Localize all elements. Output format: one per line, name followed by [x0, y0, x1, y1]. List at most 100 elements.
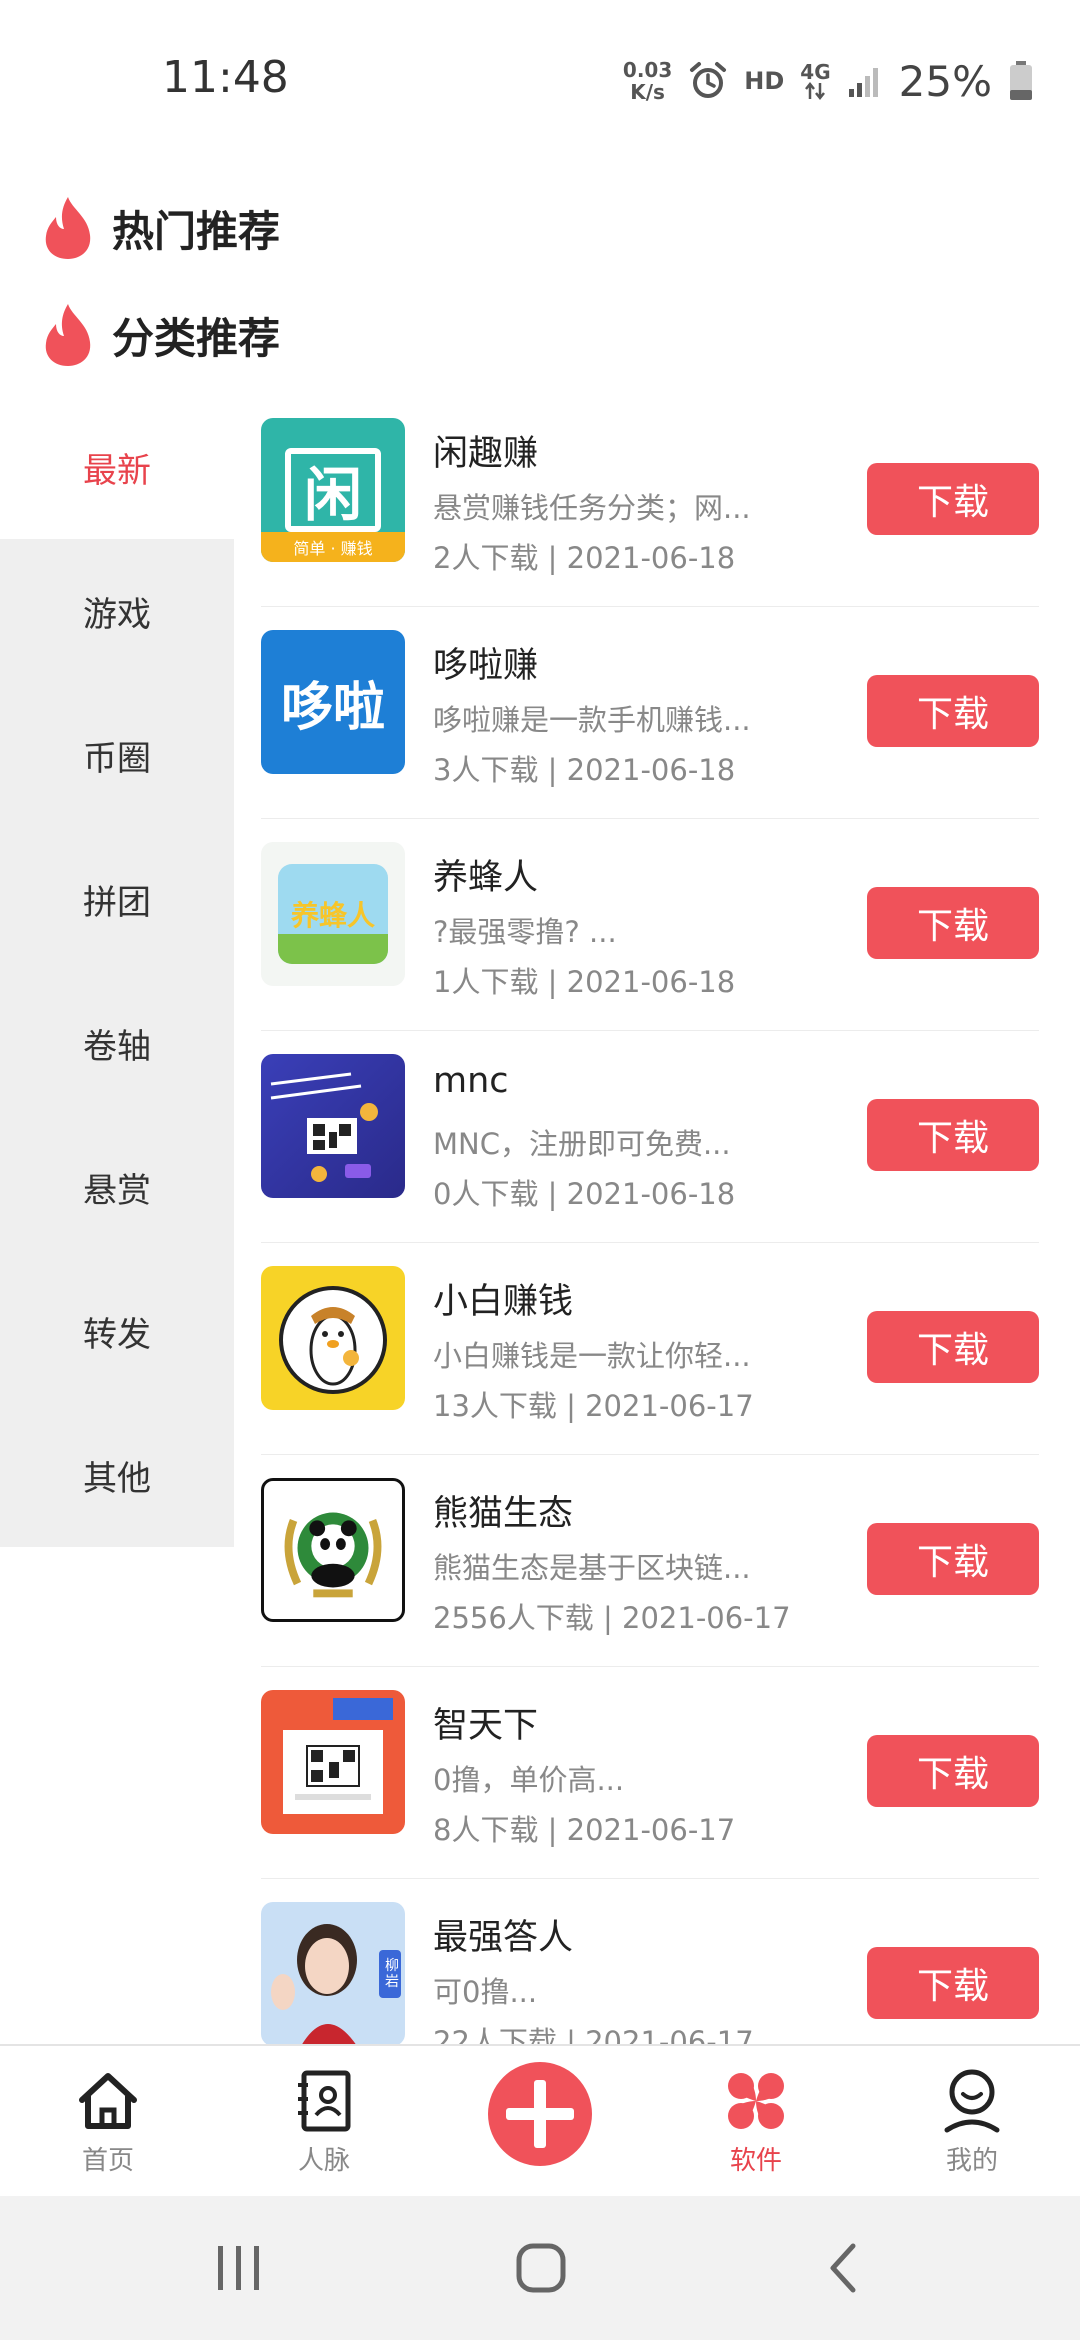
zuiqiang-icon-label: 柳岩	[385, 1958, 399, 1990]
xiaobai-icon-art	[279, 1286, 387, 1394]
sidebar-item-other[interactable]: 其他	[0, 1403, 234, 1547]
app-row[interactable]: 智天下 0撸，单价高... 8人下载 | 2021-06-17 下载	[261, 1667, 1039, 1879]
signal-icon	[848, 68, 878, 97]
category-recommend-title: 分类推荐	[112, 313, 281, 363]
alarm-icon	[690, 62, 727, 98]
plus-icon	[488, 2062, 592, 2166]
nav-home[interactable]: 首页	[28, 2046, 188, 2198]
home-system-icon	[516, 2243, 566, 2293]
nav-software[interactable]: 软件	[676, 2046, 836, 2198]
system-nav-bar	[0, 2196, 1080, 2340]
app-meta: 2人下载 | 2021-06-18	[433, 541, 736, 575]
xianqu-icon-subtitle: 简单 · 赚钱	[261, 532, 405, 562]
app-row[interactable]: 闲 简单 · 赚钱 闲趣赚 悬赏赚钱任务分类；网... 2人下载 | 2021-…	[261, 395, 1039, 607]
app-name: 熊猫生态	[433, 1494, 574, 1534]
flame-icon	[45, 197, 91, 259]
mnc-icon-art	[270, 1072, 378, 1182]
back-button[interactable]	[808, 2236, 878, 2300]
app-desc: ?最强零撸? ...	[433, 915, 617, 949]
nav-contacts-label: 人脉	[297, 2146, 350, 2176]
sidebar-item-latest[interactable]: 最新	[0, 395, 234, 539]
category-sidebar: 最新 游戏 币圈 拼团 卷轴 悬赏 转发 其他	[0, 395, 234, 1547]
duola-icon-text: 哆啦	[280, 677, 385, 738]
battery-icon	[1010, 61, 1032, 100]
app-desc: MNC，注册即可免费...	[433, 1127, 731, 1161]
app-meta: 13人下载 | 2021-06-17	[433, 1389, 754, 1423]
sidebar-item-games[interactable]: 游戏	[0, 539, 234, 683]
contacts-icon	[298, 2070, 351, 2132]
net-speed-unit: K/s	[630, 80, 665, 104]
download-button[interactable]: 下载	[867, 887, 1039, 959]
sidebar-item-crypto[interactable]: 币圈	[0, 683, 234, 827]
yangfengren-icon: 养蜂人	[261, 842, 405, 986]
download-button[interactable]: 下载	[867, 1735, 1039, 1807]
recent-apps-icon	[218, 2246, 259, 2290]
panda-icon-art	[284, 1512, 382, 1598]
data-arrows-icon	[805, 82, 826, 100]
app-meta: 3人下载 | 2021-06-18	[433, 753, 736, 787]
hd-indicator: HD	[744, 67, 785, 95]
software-icon	[728, 2073, 784, 2129]
add-button[interactable]	[486, 2060, 594, 2168]
app-list: 闲 简单 · 赚钱 闲趣赚 悬赏赚钱任务分类；网... 2人下载 | 2021-…	[261, 395, 1039, 2045]
app-row[interactable]: 熊猫生态 熊猫生态是基于区块链... 2556人下载 | 2021-06-17 …	[261, 1455, 1039, 1667]
download-button[interactable]: 下载	[867, 463, 1039, 535]
nav-profile-label: 我的	[945, 2146, 998, 2176]
status-icons: 0.03 K/s HD 4G 25%	[623, 56, 1034, 106]
app-desc: 可0撸...	[433, 1975, 538, 2009]
profile-icon	[944, 2069, 1000, 2133]
xianqu-icon: 闲 简单 · 赚钱	[261, 418, 405, 562]
zhitianxia-icon	[261, 1690, 405, 1834]
zhitianxia-icon-art	[283, 1698, 393, 1814]
app-name: 养蜂人	[433, 858, 539, 898]
sidebar-item-scroll[interactable]: 卷轴	[0, 971, 234, 1115]
app-meta: 8人下载 | 2021-06-17	[433, 1813, 736, 1847]
sidebar-item-forward[interactable]: 转发	[0, 1259, 234, 1403]
app-name: mnc	[433, 1061, 509, 1101]
app-name: 最强答人	[433, 1918, 574, 1958]
xianqu-icon-glyph: 闲	[285, 448, 381, 532]
home-icon	[79, 2073, 137, 2129]
app-row[interactable]: 养蜂人 养蜂人 ?最强零撸? ... 1人下载 | 2021-06-18 下载	[261, 819, 1039, 1031]
app-meta: 1人下载 | 2021-06-18	[433, 965, 736, 999]
download-button[interactable]: 下载	[867, 675, 1039, 747]
zuiqiang-icon-art	[271, 1924, 401, 2045]
app-desc: 悬赏赚钱任务分类；网...	[433, 491, 751, 525]
hot-recommend-title: 热门推荐	[112, 206, 281, 256]
app-meta: 2556人下载 | 2021-06-17	[433, 1601, 791, 1635]
app-meta: 0人下载 | 2021-06-18	[433, 1177, 736, 1211]
net-speed: 0.03 K/s	[623, 59, 672, 103]
nav-profile[interactable]: 我的	[892, 2046, 1052, 2198]
app-desc: 小白赚钱是一款让你轻...	[433, 1339, 751, 1373]
mnc-icon	[261, 1054, 405, 1198]
app-desc: 哆啦赚是一款手机赚钱...	[433, 703, 751, 737]
download-button[interactable]: 下载	[867, 1947, 1039, 2019]
category-recommend-header: 分类推荐	[38, 300, 280, 370]
app-name: 哆啦赚	[433, 646, 539, 686]
bottom-nav: 首页 人脉 软件 我的	[0, 2044, 1080, 2196]
app-row[interactable]: 哆啦 哆啦赚 哆啦赚是一款手机赚钱... 3人下载 | 2021-06-18 下…	[261, 607, 1039, 819]
download-button[interactable]: 下载	[867, 1523, 1039, 1595]
panda-icon	[261, 1478, 405, 1622]
app-name: 闲趣赚	[433, 434, 539, 474]
xiaobai-icon	[261, 1266, 405, 1410]
sidebar-item-group-buy[interactable]: 拼团	[0, 827, 234, 971]
status-bar: 11:48 0.03 K/s HD 4G 25%	[0, 0, 1080, 160]
app-name: 智天下	[433, 1706, 539, 1746]
network-indicator: 4G	[800, 62, 831, 100]
status-time: 11:48	[162, 52, 289, 103]
home-system-button[interactable]	[506, 2236, 576, 2300]
duola-icon: 哆啦	[261, 630, 405, 774]
app-row[interactable]: 柳岩 最强答人 可0撸... 22人下载 | 2021-06-17 下载	[261, 1879, 1039, 2045]
app-desc: 0撸，单价高...	[433, 1763, 625, 1797]
nav-contacts[interactable]: 人脉	[244, 2046, 404, 2198]
download-button[interactable]: 下载	[867, 1311, 1039, 1383]
sidebar-item-bounty[interactable]: 悬赏	[0, 1115, 234, 1259]
download-button[interactable]: 下载	[867, 1099, 1039, 1171]
app-row[interactable]: 小白赚钱 小白赚钱是一款让你轻... 13人下载 | 2021-06-17 下载	[261, 1243, 1039, 1455]
back-icon	[830, 2243, 856, 2293]
hot-recommend-header: 热门推荐	[38, 193, 280, 263]
recent-apps-button[interactable]	[204, 2236, 274, 2300]
flame-icon	[45, 304, 91, 366]
app-row[interactable]: mnc MNC，注册即可免费... 0人下载 | 2021-06-18 下载	[261, 1031, 1039, 1243]
